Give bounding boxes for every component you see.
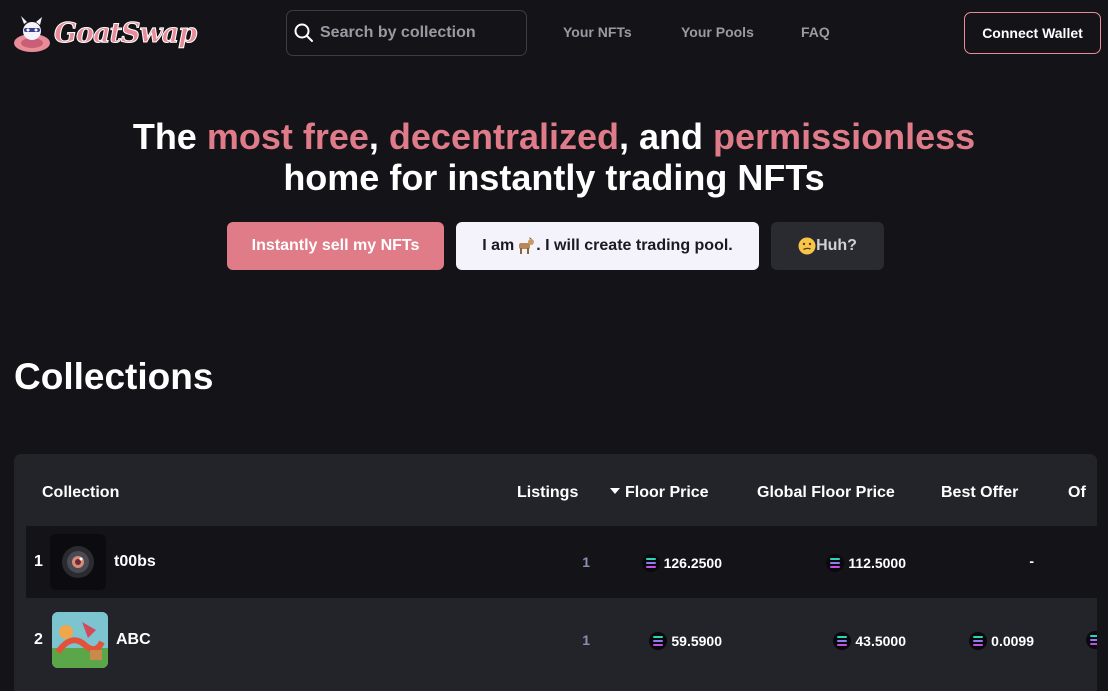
caret-down-icon xyxy=(610,487,620,494)
goat-emoji-icon xyxy=(515,237,535,255)
solana-icon xyxy=(826,554,845,572)
huh-button[interactable]: Huh? xyxy=(771,222,884,270)
collection-name[interactable]: t00bs xyxy=(114,553,156,571)
nav-your-nfts[interactable]: Your NFTs xyxy=(563,24,632,40)
row-rank: 1 xyxy=(34,553,43,570)
pool-suffix: . I will create trading pool. xyxy=(536,237,733,254)
row-rank: 2 xyxy=(34,631,43,648)
solana-icon xyxy=(833,632,852,650)
nav-faq[interactable]: FAQ xyxy=(801,24,830,40)
hero-line-2: home for instantly trading NFTs xyxy=(283,157,825,198)
global-floor-price-value: 112.5000 xyxy=(848,555,906,571)
brand-name: GoatSwap xyxy=(53,17,197,49)
collection-thumbnail xyxy=(52,612,108,668)
hero-highlight-free: most free xyxy=(206,116,369,157)
search-input[interactable] xyxy=(320,24,520,42)
top-nav: GoatSwap Your NFTs Your Pools FAQ Connec… xyxy=(0,0,1108,66)
collections-title: Collections xyxy=(14,356,214,397)
search-bar[interactable] xyxy=(286,10,527,56)
collection-name[interactable]: ABC xyxy=(116,631,151,649)
global-floor-price-value: 43.5000 xyxy=(855,633,906,649)
floor-price: 126.2500 xyxy=(616,554,722,572)
solana-icon xyxy=(969,632,988,650)
best-offer: 0.0099 xyxy=(926,632,1034,650)
table-row[interactable]: 2 ABC 1 59.5900 43.5000 0.0099 xyxy=(26,604,1097,676)
listings-count: 1 xyxy=(582,554,590,570)
solana-icon xyxy=(1086,631,1097,649)
listings-count: 1 xyxy=(582,632,590,648)
hero-highlight-permissionless: permissionless xyxy=(713,116,976,157)
hero-line-1: The most free, decentralized, and permis… xyxy=(0,116,1108,157)
solana-icon xyxy=(641,554,660,572)
connect-wallet-button[interactable]: Connect Wallet xyxy=(964,12,1101,54)
hero-text: , and xyxy=(619,116,714,157)
goat-logo-icon xyxy=(12,13,52,53)
collections-table: Collection Listings Floor Price Global F… xyxy=(14,454,1097,691)
hero-text: The xyxy=(132,116,207,157)
solana-icon xyxy=(649,632,668,650)
nav-your-pools[interactable]: Your Pools xyxy=(681,24,754,40)
hero-headline: The most free, decentralized, and permis… xyxy=(0,116,1108,198)
col-header-offer[interactable]: Of xyxy=(1068,484,1086,502)
hero-highlight-decentralized: decentralized xyxy=(388,116,620,157)
global-floor-price: 43.5000 xyxy=(786,632,906,650)
brand-logo[interactable]: GoatSwap xyxy=(12,12,198,54)
col-header-collection[interactable]: Collection xyxy=(42,484,119,502)
floor-price-value: 126.2500 xyxy=(663,555,722,571)
create-pool-button[interactable]: I am . I will create trading pool. xyxy=(456,222,759,270)
instantly-sell-button[interactable]: Instantly sell my NFTs xyxy=(227,222,444,270)
global-floor-price: 112.5000 xyxy=(786,554,906,572)
table-row[interactable]: 1 t00bs 1 126.2500 112.5000 - xyxy=(26,526,1097,598)
huh-label: Huh? xyxy=(816,237,857,254)
search-icon xyxy=(293,22,315,44)
collection-thumbnail xyxy=(50,534,106,590)
col-header-floor-price-label: Floor Price xyxy=(625,484,709,501)
col-header-floor-price[interactable]: Floor Price xyxy=(610,484,709,502)
col-header-listings[interactable]: Listings xyxy=(517,484,578,502)
best-offer-value: 0.0099 xyxy=(991,633,1034,649)
confused-face-icon xyxy=(798,237,816,255)
hero-text: , xyxy=(368,116,389,157)
pool-prefix: I am xyxy=(482,237,515,254)
floor-price-value: 59.5900 xyxy=(671,633,722,649)
col-header-global-floor-price[interactable]: Global Floor Price xyxy=(757,484,895,502)
col-header-best-offer[interactable]: Best Offer xyxy=(941,484,1018,502)
best-offer: - xyxy=(1029,553,1034,569)
floor-price: 59.5900 xyxy=(616,632,722,650)
